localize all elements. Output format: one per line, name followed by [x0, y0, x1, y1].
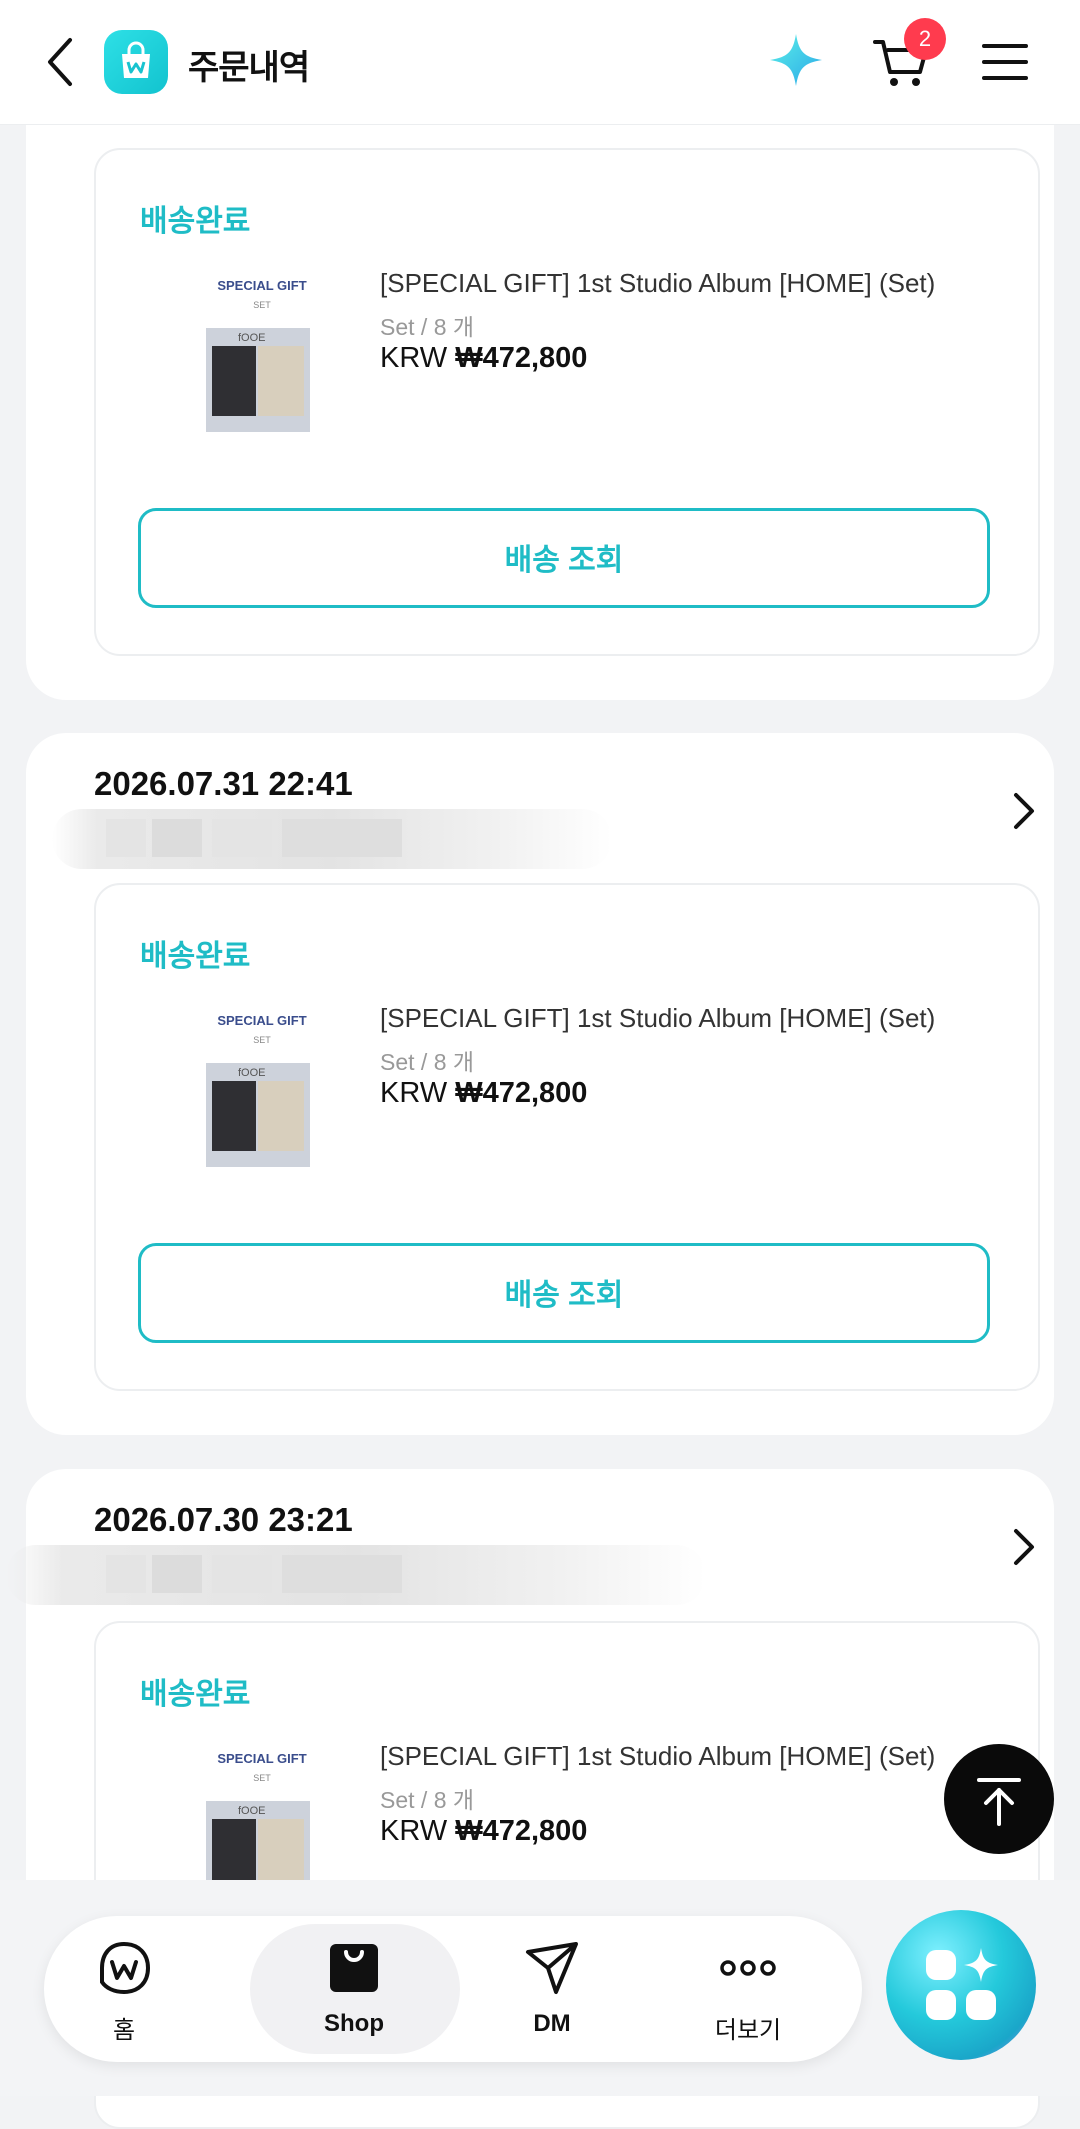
product-option: Set / 8 개 [380, 1787, 475, 1813]
weverse-shop-icon [104, 30, 168, 94]
shop-bag-icon [330, 1944, 378, 1992]
order-status: 배송완료 [140, 1678, 251, 1711]
nav-home[interactable]: 홈 [44, 1916, 204, 2062]
scroll-to-top-button[interactable] [944, 1744, 1054, 1854]
track-delivery-button[interactable]: 배송 조회 [138, 508, 990, 608]
chevron-right-icon[interactable] [1010, 1527, 1038, 1567]
track-delivery-button[interactable]: 배송 조회 [138, 1243, 990, 1343]
product-price: KRW ₩472,800 [380, 1815, 588, 1847]
product-option: Set / 8 개 [380, 314, 475, 340]
nav-dm[interactable]: DM [472, 1916, 632, 2062]
sparkle-icon[interactable] [766, 30, 826, 90]
product-price: KRW ₩472,800 [380, 342, 588, 374]
top-header: 주문내역 2 [0, 0, 1080, 125]
nav-shop-label: Shop [324, 2010, 384, 2037]
product-name[interactable]: [SPECIAL GIFT] 1st Studio Album [HOME] (… [380, 268, 935, 299]
order-date: 2026.07.30 23:21 [94, 1501, 353, 1538]
product-thumbnail[interactable]: SPECIAL GIFT SET fOOE [192, 1013, 332, 1189]
order-status: 배송완료 [140, 940, 251, 973]
nav-more[interactable]: 더보기 [668, 1916, 828, 2062]
chevron-right-icon[interactable] [1010, 791, 1038, 831]
arrow-up-to-top-icon [977, 1778, 1021, 1826]
page-title: 주문내역 [188, 49, 310, 87]
order-card: 2026.07.31 22:41 배송완료 SPECIAL GIFT SET f… [26, 733, 1054, 1435]
product-thumbnail[interactable]: SPECIAL GIFT SET fOOE [192, 278, 332, 454]
order-card: 배송완료 SPECIAL GIFT SET fOOE [SPECIAL GIFT… [26, 60, 1054, 700]
nav-pill: 홈 Shop DM 더보기 [44, 1916, 862, 2062]
dm-paper-plane-icon [526, 1942, 578, 1994]
apps-fab-icon [926, 1948, 998, 2020]
back-arrow-icon[interactable] [40, 36, 80, 88]
apps-fab-button[interactable] [886, 1910, 1036, 2060]
hamburger-menu-icon[interactable] [982, 38, 1028, 86]
redacted-order-number [6, 1545, 706, 1605]
product-name[interactable]: [SPECIAL GIFT] 1st Studio Album [HOME] (… [380, 1741, 935, 1772]
product-option: Set / 8 개 [380, 1049, 475, 1075]
nav-shop[interactable]: Shop [274, 1916, 434, 2062]
order-date: 2026.07.31 22:41 [94, 765, 353, 802]
order-status: 배송완료 [140, 205, 251, 238]
redacted-order-number [52, 809, 612, 869]
nav-dm-label: DM [533, 2010, 571, 2037]
order-item-box: 배송완료 SPECIAL GIFT SET fOOE [SPECIAL GIFT… [94, 148, 1040, 656]
more-dots-icon [720, 1960, 776, 1976]
bottom-navigation: 홈 Shop DM 더보기 [0, 1880, 1080, 2096]
product-name[interactable]: [SPECIAL GIFT] 1st Studio Album [HOME] (… [380, 1003, 935, 1034]
cart-count-badge: 2 [904, 18, 946, 60]
home-icon [100, 1941, 151, 1995]
nav-home-label: 홈 [112, 2017, 136, 2044]
nav-more-label: 더보기 [714, 2017, 782, 2044]
product-price: KRW ₩472,800 [380, 1077, 588, 1109]
order-item-box: 배송완료 SPECIAL GIFT SET fOOE [SPECIAL GIFT… [94, 883, 1040, 1391]
